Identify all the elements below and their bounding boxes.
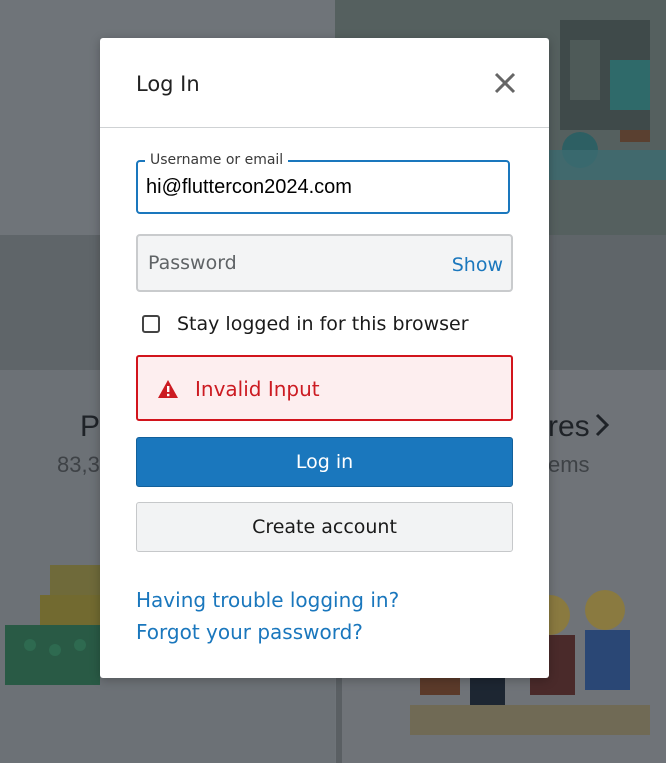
stay-logged-in-label[interactable]: Stay logged in for this browser (177, 313, 469, 335)
modal-header: Log In (100, 38, 549, 128)
username-field[interactable]: Username or email (136, 152, 510, 214)
create-account-button[interactable]: Create account (136, 502, 513, 552)
close-icon[interactable] (490, 68, 520, 98)
error-message: Invalid Input (195, 377, 320, 401)
username-label: Username or email (145, 152, 289, 168)
warning-icon (158, 380, 178, 398)
stay-logged-in-checkbox[interactable] (142, 315, 160, 333)
modal-title: Log In (136, 72, 200, 96)
trouble-logging-in-link[interactable]: Having trouble logging in? (136, 588, 399, 612)
forgot-password-link[interactable]: Forgot your password? (136, 620, 363, 644)
castle-scene-image (540, 20, 666, 180)
background-card-left-count: 83,3 (57, 452, 100, 477)
chevron-right-icon (595, 413, 610, 437)
background-card-right-count: ems (548, 452, 590, 477)
background-card-right-heading: res (548, 410, 590, 443)
show-password-link[interactable]: Show (452, 254, 503, 276)
login-button[interactable]: Log in (136, 437, 513, 487)
login-modal: Log In Username or email Show Stay logge… (100, 38, 549, 678)
background-card-left-heading: P (80, 410, 101, 443)
username-input[interactable] (146, 176, 496, 199)
bricks-image (5, 565, 100, 685)
password-input[interactable] (148, 252, 438, 274)
password-field[interactable]: Show (136, 234, 513, 292)
stay-logged-in-row: Stay logged in for this browser (142, 313, 469, 335)
error-alert: Invalid Input (136, 355, 513, 421)
